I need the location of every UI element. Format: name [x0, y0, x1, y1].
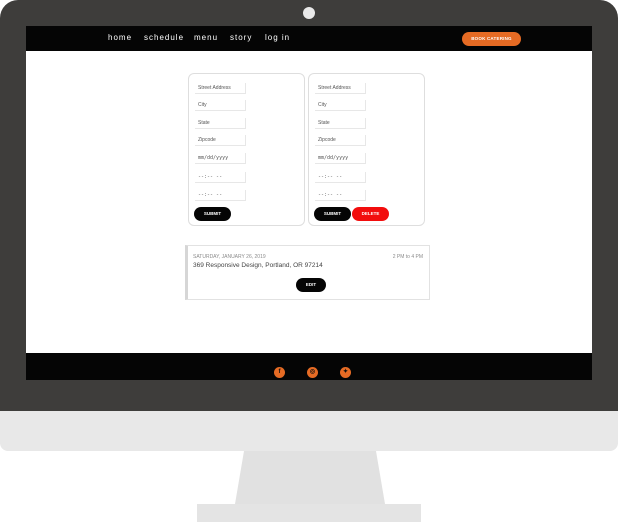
zipcode-input[interactable]: Zipcode — [195, 135, 246, 146]
twitter-icon[interactable]: ✦ — [340, 367, 351, 378]
start-time-input[interactable]: --:-- -- — [195, 172, 246, 183]
nav-login-link[interactable]: log in — [265, 33, 290, 42]
nav-story-link[interactable]: story — [230, 33, 252, 42]
instagram-icon[interactable]: ◎ — [307, 367, 318, 378]
end-time-input[interactable]: --:-- -- — [195, 190, 246, 201]
monitor-base — [197, 504, 421, 522]
city-input[interactable]: City — [315, 100, 366, 111]
event-time: 2 PM to 4 PM — [392, 254, 423, 260]
zipcode-input[interactable]: Zipcode — [315, 135, 366, 146]
event-date: SATURDAY, JANUARY 26, 2019 — [193, 254, 266, 260]
street-address-input[interactable]: Street Address — [195, 83, 246, 94]
top-navigation: home schedule menu story log in BOOK CAT… — [26, 26, 592, 51]
event-address: 369 Responsive Design, Portland, OR 9721… — [193, 262, 323, 269]
nav-home-link[interactable]: home — [108, 33, 132, 42]
catering-form-edit: Street Address City State Zipcode mm/dd/… — [308, 73, 425, 226]
street-address-input[interactable]: Street Address — [315, 83, 366, 94]
camera-dot — [303, 7, 315, 19]
book-catering-button[interactable]: BOOK CATERING — [462, 32, 521, 46]
nav-schedule-link[interactable]: schedule — [144, 33, 184, 42]
catering-form-new: Street Address City State Zipcode mm/dd/… — [188, 73, 305, 226]
monitor-chin — [0, 411, 618, 451]
monitor-stand — [235, 451, 385, 504]
date-input[interactable]: mm/dd/yyyy — [195, 153, 246, 164]
footer: f ◎ ✦ — [26, 353, 592, 380]
date-input[interactable]: mm/dd/yyyy — [315, 153, 366, 164]
end-time-input[interactable]: --:-- -- — [315, 190, 366, 201]
state-input[interactable]: State — [195, 118, 246, 129]
monitor-frame: home schedule menu story log in BOOK CAT… — [0, 0, 618, 411]
event-card: SATURDAY, JANUARY 26, 2019 2 PM to 4 PM … — [185, 245, 430, 300]
submit-button[interactable]: SUBMIT — [194, 207, 231, 221]
edit-button[interactable]: EDIT — [296, 278, 326, 292]
start-time-input[interactable]: --:-- -- — [315, 172, 366, 183]
delete-button[interactable]: DELETE — [352, 207, 389, 221]
submit-button[interactable]: SUBMIT — [314, 207, 351, 221]
nav-menu-link[interactable]: menu — [194, 33, 218, 42]
city-input[interactable]: City — [195, 100, 246, 111]
facebook-icon[interactable]: f — [274, 367, 285, 378]
state-input[interactable]: State — [315, 118, 366, 129]
screen: home schedule menu story log in BOOK CAT… — [26, 26, 592, 380]
